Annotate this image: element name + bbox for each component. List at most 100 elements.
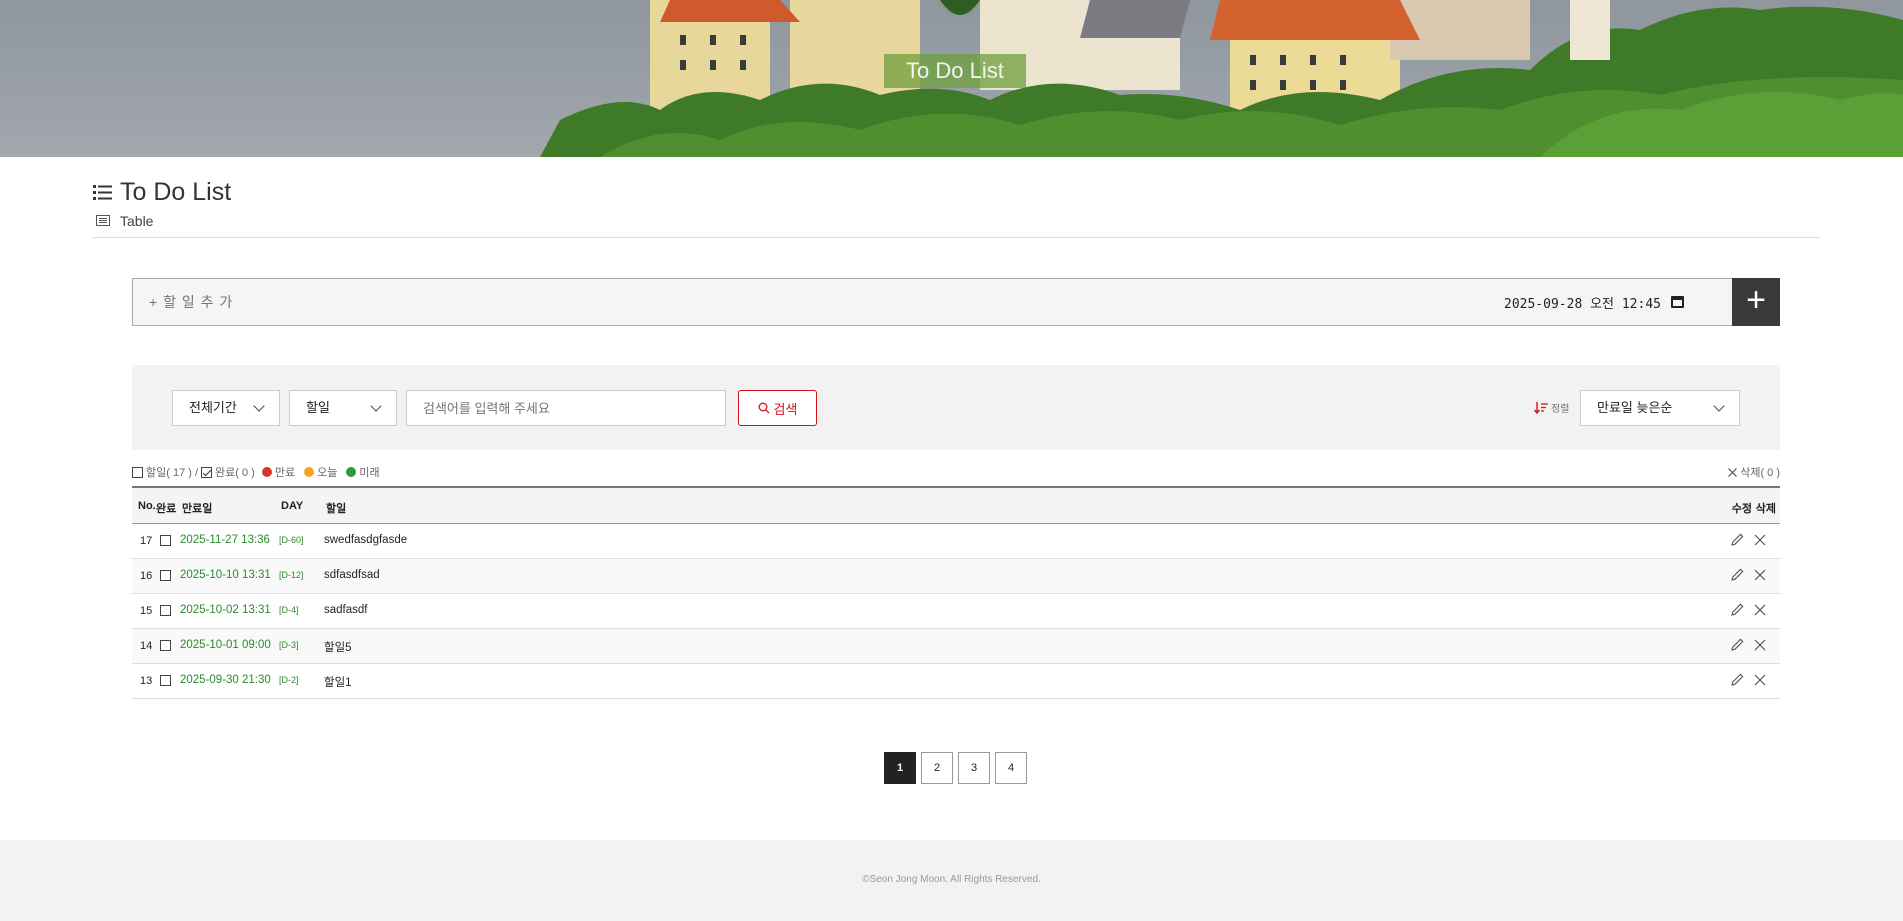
table-row: 17 2025-11-27 13:36 [D-60] swedfasdgfasd… bbox=[132, 524, 1780, 559]
todo-count: 할일( 17 ) / bbox=[146, 467, 199, 479]
row-task: 할일5 bbox=[324, 642, 352, 654]
status-legend: 할일( 17 ) / 완료( 0 ) 만료 오늘 미래 삭제( 0 ) bbox=[132, 464, 1780, 480]
period-select-value: 전체기간 bbox=[189, 400, 237, 415]
view-mode-label: Table bbox=[96, 213, 153, 229]
edit-icon[interactable] bbox=[1731, 673, 1744, 689]
row-task: swedfasdgfasde bbox=[324, 534, 408, 546]
done-checkbox[interactable] bbox=[160, 675, 171, 686]
todo-table: No. 완료 만료일 DAY 할일 수정 삭제 17 2025-11-27 13… bbox=[132, 486, 1780, 699]
delete-icon[interactable] bbox=[1754, 639, 1766, 654]
sort-select-value: 만료일 늦은순 bbox=[1597, 400, 1673, 415]
table-header: No. 완료 만료일 DAY 할일 수정 삭제 bbox=[132, 486, 1780, 524]
row-d-day: [D-4] bbox=[279, 605, 299, 615]
row-number: 16 bbox=[140, 570, 153, 582]
page-header: To Do List Table bbox=[93, 176, 1820, 238]
edit-icon[interactable] bbox=[1731, 533, 1744, 549]
alarm-today-icon bbox=[304, 467, 315, 477]
table-row: 16 2025-10-10 13:31 [D-12] sdfasdfsad bbox=[132, 559, 1780, 594]
row-number: 13 bbox=[140, 675, 153, 687]
delete-icon[interactable] bbox=[1754, 674, 1766, 689]
col-no: No. bbox=[138, 500, 156, 512]
done-checkbox[interactable] bbox=[160, 535, 171, 546]
row-number: 15 bbox=[140, 605, 153, 617]
close-icon bbox=[1728, 467, 1738, 477]
table-row: 14 2025-10-01 09:00 [D-3] 할일5 bbox=[132, 629, 1780, 664]
search-icon bbox=[758, 402, 769, 414]
footer: ©Seon Jong Moon. All Rights Reserved. bbox=[0, 840, 1903, 921]
sort-select[interactable]: 만료일 늦은순 bbox=[1580, 390, 1740, 426]
hero-title: To Do List bbox=[884, 54, 1026, 88]
edit-icon[interactable] bbox=[1731, 568, 1744, 584]
done-checkbox[interactable] bbox=[160, 570, 171, 581]
search-input[interactable] bbox=[406, 390, 726, 426]
row-due-date: 2025-10-01 09:00 bbox=[180, 639, 271, 651]
delete-icon[interactable] bbox=[1754, 534, 1766, 549]
col-task: 할일 bbox=[326, 503, 347, 515]
col-done: 완료 bbox=[156, 503, 177, 515]
table-row: 15 2025-10-02 13:31 [D-4] sadfasdf bbox=[132, 594, 1780, 629]
row-task: sdfasdfsad bbox=[324, 569, 380, 581]
alarm-expired-icon bbox=[261, 467, 272, 477]
search-button[interactable]: 검색 bbox=[738, 390, 817, 426]
search-field-select[interactable]: 할일 bbox=[289, 390, 397, 426]
chevron-down-icon bbox=[253, 400, 265, 412]
row-task: sadfasdf bbox=[324, 604, 368, 616]
page-button-1[interactable]: 1 bbox=[884, 752, 916, 784]
hero-banner: To Do List bbox=[0, 0, 1903, 157]
page-button-3[interactable]: 3 bbox=[958, 752, 990, 784]
row-d-day: [D-60] bbox=[279, 535, 304, 545]
edit-icon[interactable] bbox=[1731, 638, 1744, 654]
done-checkbox[interactable] bbox=[160, 605, 171, 616]
list-icon bbox=[93, 184, 112, 201]
due-datetime-input[interactable]: 2025-09-28 오전 12:45 bbox=[1504, 291, 1684, 313]
pagination: 1 2 3 4 bbox=[884, 752, 1027, 784]
filter-bar: 전체기간 할일 검색 정렬 만료일 늦은순 bbox=[132, 365, 1780, 450]
page-button-4[interactable]: 4 bbox=[995, 752, 1027, 784]
edit-icon[interactable] bbox=[1731, 603, 1744, 619]
row-number: 17 bbox=[140, 535, 153, 547]
col-due: 만료일 bbox=[182, 503, 213, 515]
period-select[interactable]: 전체기간 bbox=[172, 390, 280, 426]
page-title: To Do List bbox=[93, 178, 231, 207]
bulk-delete-button[interactable]: 삭제( 0 ) bbox=[1728, 464, 1780, 480]
delete-count: 삭제( 0 ) bbox=[1740, 467, 1780, 479]
row-due-date: 2025-11-27 13:36 bbox=[180, 534, 270, 546]
checked-checkbox-icon bbox=[201, 466, 213, 478]
row-d-day: [D-2] bbox=[279, 675, 299, 685]
alarm-future-icon bbox=[346, 467, 357, 477]
page-title-text: To Do List bbox=[120, 178, 232, 206]
done-count: 완료( 0 ) bbox=[215, 467, 255, 479]
chevron-down-icon bbox=[1713, 400, 1725, 412]
sort-desc-icon bbox=[1534, 401, 1548, 414]
table-row: 13 2025-09-30 21:30 [D-2] 할일1 bbox=[132, 664, 1780, 699]
chevron-down-icon bbox=[370, 400, 382, 412]
due-datetime-value: 2025-09-28 오전 12:45 bbox=[1504, 296, 1661, 312]
sort-label: 정렬 bbox=[1534, 400, 1569, 415]
search-field-select-value: 할일 bbox=[306, 400, 330, 415]
sort-label-text: 정렬 bbox=[1551, 404, 1570, 415]
add-task-button[interactable]: + bbox=[1732, 278, 1780, 326]
row-task: 할일1 bbox=[324, 677, 352, 689]
done-checkbox[interactable] bbox=[160, 640, 171, 651]
future-label: 미래 bbox=[359, 467, 380, 479]
col-delete: 삭제 bbox=[1755, 503, 1776, 515]
search-button-label: 검색 bbox=[773, 401, 798, 417]
col-edit: 수정 bbox=[1731, 503, 1752, 515]
calendar-icon[interactable] bbox=[1670, 296, 1684, 308]
row-d-day: [D-3] bbox=[279, 640, 299, 650]
row-number: 14 bbox=[140, 640, 153, 652]
table-icon bbox=[96, 213, 110, 229]
add-task-bar: 2025-09-28 오전 12:45 + bbox=[132, 278, 1780, 326]
view-mode-text: Table bbox=[120, 213, 154, 229]
row-due-date: 2025-10-10 13:31 bbox=[180, 569, 271, 581]
page-button-2[interactable]: 2 bbox=[921, 752, 953, 784]
col-day: DAY bbox=[281, 500, 304, 512]
row-due-date: 2025-09-30 21:30 bbox=[180, 674, 271, 686]
delete-icon[interactable] bbox=[1754, 604, 1766, 619]
delete-icon[interactable] bbox=[1754, 569, 1766, 584]
add-task-input[interactable] bbox=[149, 291, 1149, 313]
row-d-day: [D-12] bbox=[279, 570, 304, 580]
copyright-text: ©Seon Jong Moon. All Rights Reserved. bbox=[862, 874, 1041, 885]
row-due-date: 2025-10-02 13:31 bbox=[180, 604, 271, 616]
today-label: 오늘 bbox=[317, 467, 338, 479]
